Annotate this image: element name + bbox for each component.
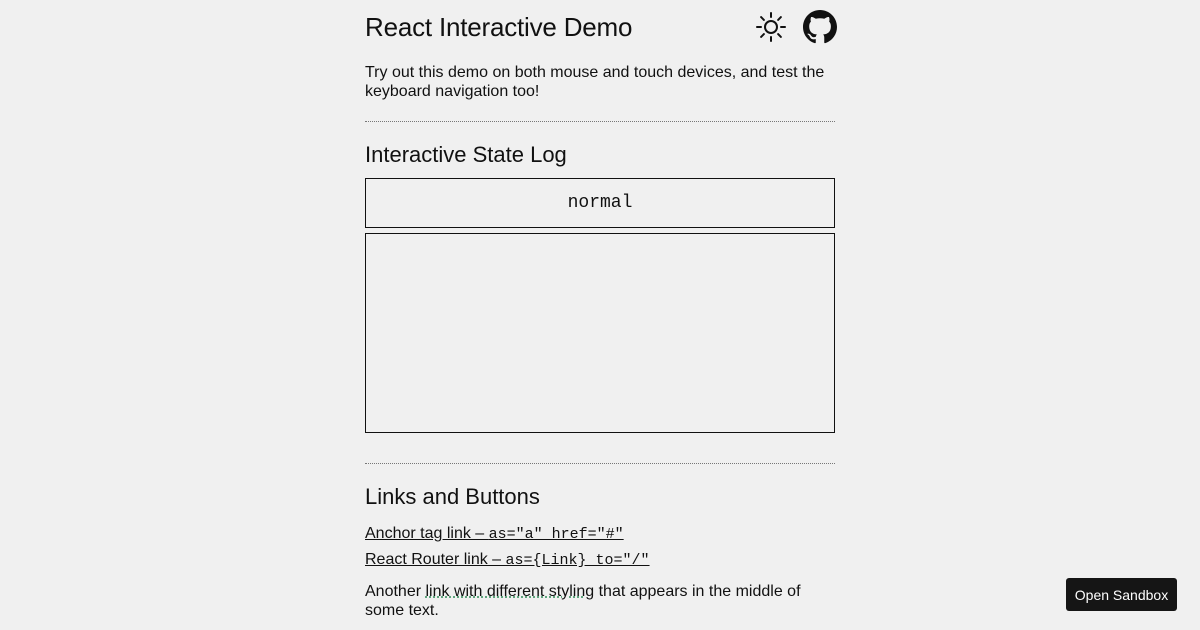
open-sandbox-button[interactable]: Open Sandbox <box>1066 578 1177 611</box>
github-icon <box>803 10 837 44</box>
links-heading: Links and Buttons <box>365 484 540 509</box>
paragraph-text-before: Another <box>365 583 426 600</box>
inline-link-paragraph: Another link with different styling that… <box>365 582 835 620</box>
react-router-link[interactable]: React Router link – as={Link} to="/" <box>365 550 650 570</box>
page: React Interactive Demo Try out this demo… <box>0 0 1200 630</box>
sun-icon <box>756 12 786 42</box>
anchor-tag-link[interactable]: Anchor tag link – as="a" href="#" <box>365 524 624 544</box>
anchor-link-label: Anchor tag link – <box>365 525 489 542</box>
current-state-value: normal <box>567 193 633 213</box>
github-link[interactable] <box>803 10 837 44</box>
current-state-display: normal <box>365 178 835 228</box>
page-title: React Interactive Demo <box>365 12 633 42</box>
section-divider <box>365 121 835 122</box>
state-log-heading: Interactive State Log <box>365 142 567 167</box>
section-divider <box>365 463 835 464</box>
anchor-link-code: as="a" href="#" <box>488 526 624 543</box>
theme-toggle-button[interactable] <box>755 11 787 43</box>
header: React Interactive Demo <box>365 0 837 56</box>
intro-text: Try out this demo on both mouse and touc… <box>365 64 825 100</box>
router-link-code: as={Link} to="/" <box>505 552 650 569</box>
state-log-box[interactable] <box>365 233 835 433</box>
main-column: React Interactive Demo Try out this demo… <box>365 0 837 619</box>
router-link-label: React Router link – <box>365 551 506 568</box>
inline-styled-link[interactable]: link with different styling <box>425 583 594 600</box>
